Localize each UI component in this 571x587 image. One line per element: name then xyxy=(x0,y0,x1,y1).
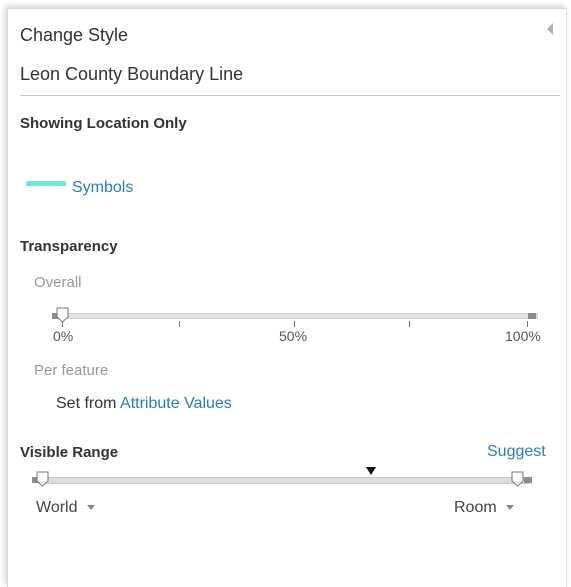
per-feature-label: Per feature xyxy=(34,362,109,379)
transparency-tick-100 xyxy=(527,321,528,327)
max-scale-dropdown[interactable]: Room xyxy=(454,499,514,517)
transparency-tick-75 xyxy=(409,321,410,327)
change-style-panel: Change Style Leon County Boundary Line S… xyxy=(7,8,567,587)
location-heading: Showing Location Only xyxy=(20,115,187,132)
attribute-values-link[interactable]: Attribute Values xyxy=(120,395,232,412)
transparency-slider-track[interactable] xyxy=(52,313,538,319)
min-scale-value: World xyxy=(36,499,78,516)
visible-range-heading: Visible Range xyxy=(20,444,119,461)
overall-label: Overall xyxy=(34,274,82,291)
max-scale-value: Room xyxy=(454,499,497,516)
set-from-prefix: Set from xyxy=(56,395,117,412)
tick-label-50: 50% xyxy=(279,328,308,344)
visible-range-max-handle[interactable] xyxy=(511,471,524,487)
min-scale-dropdown[interactable]: World xyxy=(36,499,95,517)
chevron-down-icon xyxy=(86,505,95,511)
suggest-link[interactable]: Suggest xyxy=(487,443,546,461)
set-from-row: Set from Attribute Values xyxy=(56,395,232,413)
transparency-tick-25 xyxy=(179,321,180,327)
visible-range-slider-track[interactable] xyxy=(38,477,530,484)
layer-name: Leon County Boundary Line xyxy=(20,64,244,84)
tick-label-100: 100% xyxy=(505,328,541,344)
visible-range-max-cap xyxy=(524,477,532,483)
transparency-tick-50 xyxy=(294,321,295,327)
transparency-tick-0 xyxy=(62,321,63,327)
line-symbol-swatch xyxy=(26,181,66,186)
collapse-panel-icon[interactable] xyxy=(547,23,553,35)
transparency-heading: Transparency xyxy=(20,238,118,255)
header-divider xyxy=(20,95,560,96)
panel-title: Change Style xyxy=(20,25,129,45)
transparency-slider-max-cap xyxy=(528,313,536,319)
chevron-down-icon xyxy=(505,505,514,511)
symbols-link[interactable]: Symbols xyxy=(72,179,133,197)
visible-range-min-handle[interactable] xyxy=(36,471,49,487)
tick-label-0: 0% xyxy=(53,328,74,344)
current-scale-marker-icon xyxy=(366,467,376,475)
